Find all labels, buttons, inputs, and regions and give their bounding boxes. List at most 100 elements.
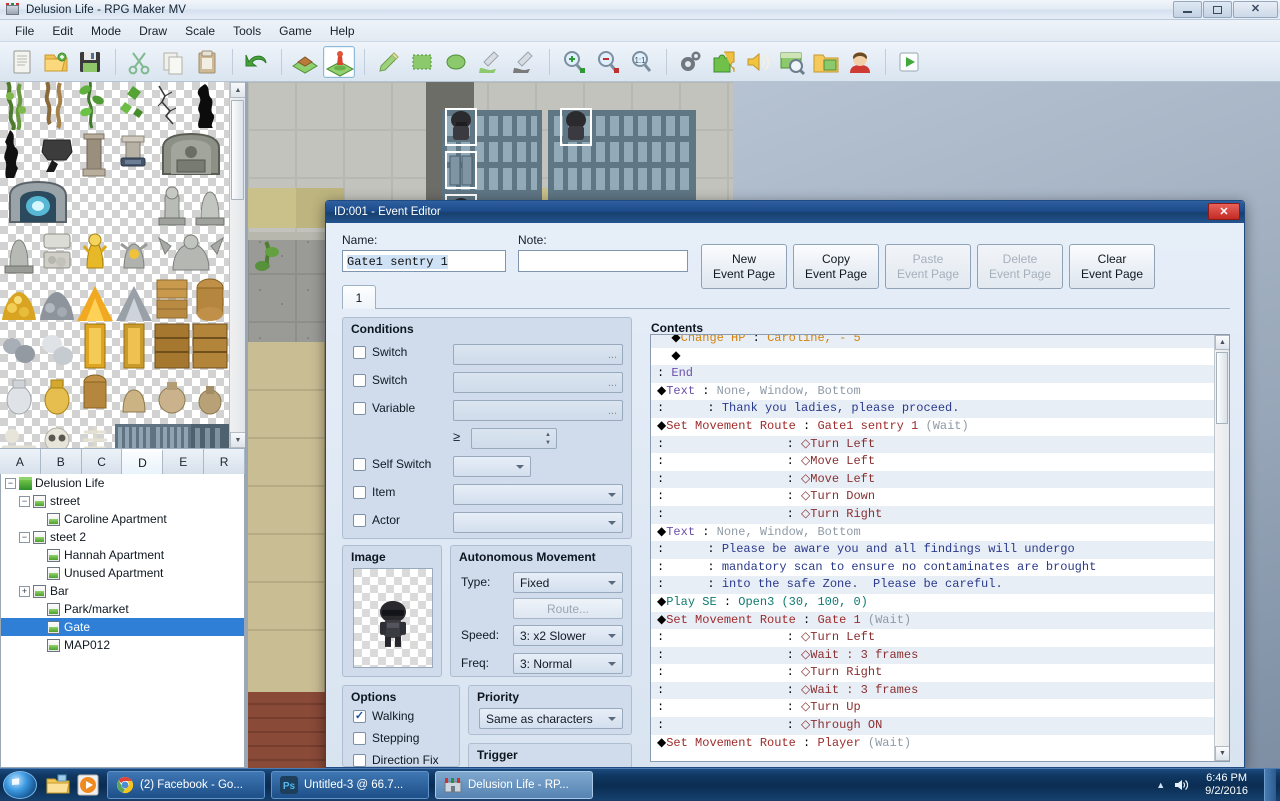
windows-explorer-icon[interactable] — [45, 772, 71, 798]
playtest-icon[interactable] — [893, 46, 925, 78]
tile-leafy-vine[interactable] — [76, 82, 114, 130]
tileset-grid[interactable] — [0, 82, 229, 448]
tile-rock-white[interactable] — [38, 322, 76, 370]
condition-switch-1-checkbox[interactable] — [353, 345, 366, 359]
contents-line[interactable]: ◆Change HP : Caroline, - 5 — [651, 335, 1214, 348]
tile-ivy-leaves[interactable] — [115, 82, 153, 130]
expander-icon[interactable]: − — [19, 495, 30, 507]
taskbar-photoshop-button[interactable]: Ps Untitled-3 @ 66.7... — [271, 770, 429, 799]
database-gear-icon[interactable] — [674, 46, 706, 78]
tile-pillar-gold-2[interactable] — [115, 322, 153, 370]
tree-node-gate[interactable]: Gate — [1, 618, 244, 636]
menu-edit[interactable]: Edit — [43, 21, 82, 41]
menu-mode[interactable]: Mode — [82, 21, 130, 41]
contents-line[interactable]: : : ◇Wait : 3 frames — [651, 646, 1214, 665]
clear-event-page-button[interactable]: Clear Event Page — [1069, 244, 1155, 289]
character-generator-icon[interactable] — [844, 46, 876, 78]
tile-crack[interactable] — [153, 82, 191, 130]
contents-scroll-up-arrow[interactable]: ▲ — [1215, 335, 1229, 350]
tile-ore-gold-pile[interactable] — [0, 274, 38, 322]
event-search-icon[interactable] — [776, 46, 808, 78]
taskbar-chrome-button[interactable]: (2) Facebook - Go... — [107, 770, 265, 799]
event-page-tab-1[interactable]: 1 — [342, 285, 376, 309]
condition-switch-2-field[interactable]: ... — [453, 372, 623, 393]
tile-pillar-brown[interactable] — [76, 130, 114, 178]
tile-wood-shelf-2[interactable] — [191, 322, 229, 370]
shadow-pen-icon[interactable] — [508, 46, 540, 78]
condition-self-switch-checkbox[interactable] — [353, 457, 366, 471]
contents-line[interactable]: : : ◇Wait : 3 frames — [651, 681, 1214, 700]
contents-line[interactable]: ◆Set Movement Route : Player (Wait) — [651, 735, 1214, 753]
contents-line[interactable]: : End — [651, 365, 1214, 383]
taskbar-clock[interactable]: 6:46 PM 9/2/2016 — [1197, 772, 1256, 798]
undo-icon[interactable] — [240, 46, 272, 78]
zoom-actual-size-icon[interactable]: 1:1 — [625, 46, 657, 78]
tile-hole-black[interactable] — [191, 82, 229, 130]
tile-vine-brown[interactable] — [38, 82, 76, 130]
condition-variable-checkbox[interactable] — [353, 401, 366, 415]
contents-line[interactable]: ◆Set Movement Route : Gate1 sentry 1 (Wa… — [651, 418, 1214, 436]
self-switch-combo[interactable] — [453, 456, 531, 477]
tile-statue-cloaked-2[interactable] — [0, 226, 38, 274]
contents-scroll-down-arrow[interactable]: ▼ — [1215, 746, 1229, 761]
menu-help[interactable]: Help — [321, 21, 364, 41]
tile-pot-white[interactable] — [0, 370, 38, 418]
tree-node-delusion-life[interactable]: − Delusion Life — [1, 474, 244, 492]
contents-line[interactable]: : : Thank you ladies, please proceed. — [651, 400, 1214, 418]
map-tree[interactable]: − Delusion Life − street Caroline Apartm… — [0, 474, 245, 768]
tree-node-caroline-apartment[interactable]: Caroline Apartment — [1, 510, 244, 528]
contents-line[interactable]: ◆Text : None, Window, Bottom — [651, 524, 1214, 542]
minimize-button[interactable] — [1173, 1, 1202, 18]
contents-line[interactable]: : : ◇Move Left — [651, 470, 1214, 489]
contents-line[interactable]: : : ◇Turn Down — [651, 488, 1214, 506]
tile-empty-2[interactable] — [115, 178, 153, 226]
movement-speed-combo[interactable]: 3: x2 Slower — [513, 625, 623, 646]
contents-line[interactable]: ◆ — [651, 348, 1214, 366]
new-event-page-button[interactable]: New Event Page — [701, 244, 787, 289]
tile-barrel[interactable] — [76, 370, 114, 418]
tile-rock-dark[interactable] — [38, 130, 76, 178]
movement-freq-combo[interactable]: 3: Normal — [513, 653, 623, 674]
tileset-tab-c[interactable]: C — [81, 449, 123, 474]
option-stepping-checkbox[interactable] — [353, 731, 366, 745]
variable-value-spinner[interactable]: ▲ ▼ — [471, 428, 557, 449]
condition-switch-1-field[interactable]: ... — [453, 344, 623, 365]
contents-line[interactable]: ◆Set Movement Route : Gate 1 (Wait) — [651, 611, 1214, 630]
name-input[interactable]: Gate1 sentry 1 — [342, 250, 506, 272]
tile-bone-pile[interactable] — [0, 418, 38, 448]
tile-iron-gate[interactable] — [190, 418, 229, 448]
expander-icon[interactable]: − — [5, 477, 16, 489]
tile-silver-mound[interactable] — [115, 274, 153, 322]
tileset-scrollbar[interactable]: ▲ ▼ — [229, 82, 245, 448]
contents-line[interactable]: : : ◇Turn Right — [651, 505, 1214, 524]
contents-line[interactable]: : : ◇Turn Right — [651, 664, 1214, 682]
tileset-tab-a[interactable]: A — [0, 449, 41, 474]
tree-node-bar[interactable]: + Bar — [1, 582, 244, 600]
pencil-draw-icon[interactable] — [372, 46, 404, 78]
tile-hole-black-2[interactable] — [0, 130, 38, 178]
expander-icon[interactable]: + — [19, 585, 30, 597]
paste-icon[interactable] — [191, 46, 223, 78]
zoom-out-icon[interactable] — [591, 46, 623, 78]
zoom-in-icon[interactable] — [557, 46, 589, 78]
open-project-icon[interactable] — [40, 46, 72, 78]
contents-scrollbar[interactable]: ▲ ▼ — [1214, 335, 1229, 761]
menu-file[interactable]: File — [6, 21, 43, 41]
contents-list[interactable]: ◆Change HP : Caroline, - 5 ◆: End ◆Text :… — [650, 334, 1230, 762]
tileset-tab-d[interactable]: D — [122, 449, 164, 474]
tile-empty[interactable] — [76, 178, 114, 226]
tile-iron-fence[interactable] — [114, 418, 153, 448]
show-desktop-button[interactable] — [1264, 769, 1276, 801]
close-button[interactable]: ✕ — [1233, 1, 1278, 18]
tile-stone-door-glow[interactable] — [0, 178, 76, 226]
taskbar-rpgmaker-button[interactable]: Delusion Life - RP... — [435, 770, 593, 799]
tile-pot-gold[interactable] — [38, 370, 76, 418]
tile-gold-mound[interactable] — [76, 274, 114, 322]
tile-statue-gold[interactable] — [76, 226, 114, 274]
condition-switch-2-checkbox[interactable] — [353, 373, 366, 387]
maximize-button[interactable] — [1203, 1, 1232, 18]
tile-crate-stack[interactable] — [153, 274, 191, 322]
contents-line[interactable]: : : ◇Turn Left — [651, 435, 1214, 454]
contents-line[interactable]: : : ◇Turn Left — [651, 629, 1214, 647]
ellipse-draw-icon[interactable] — [440, 46, 472, 78]
